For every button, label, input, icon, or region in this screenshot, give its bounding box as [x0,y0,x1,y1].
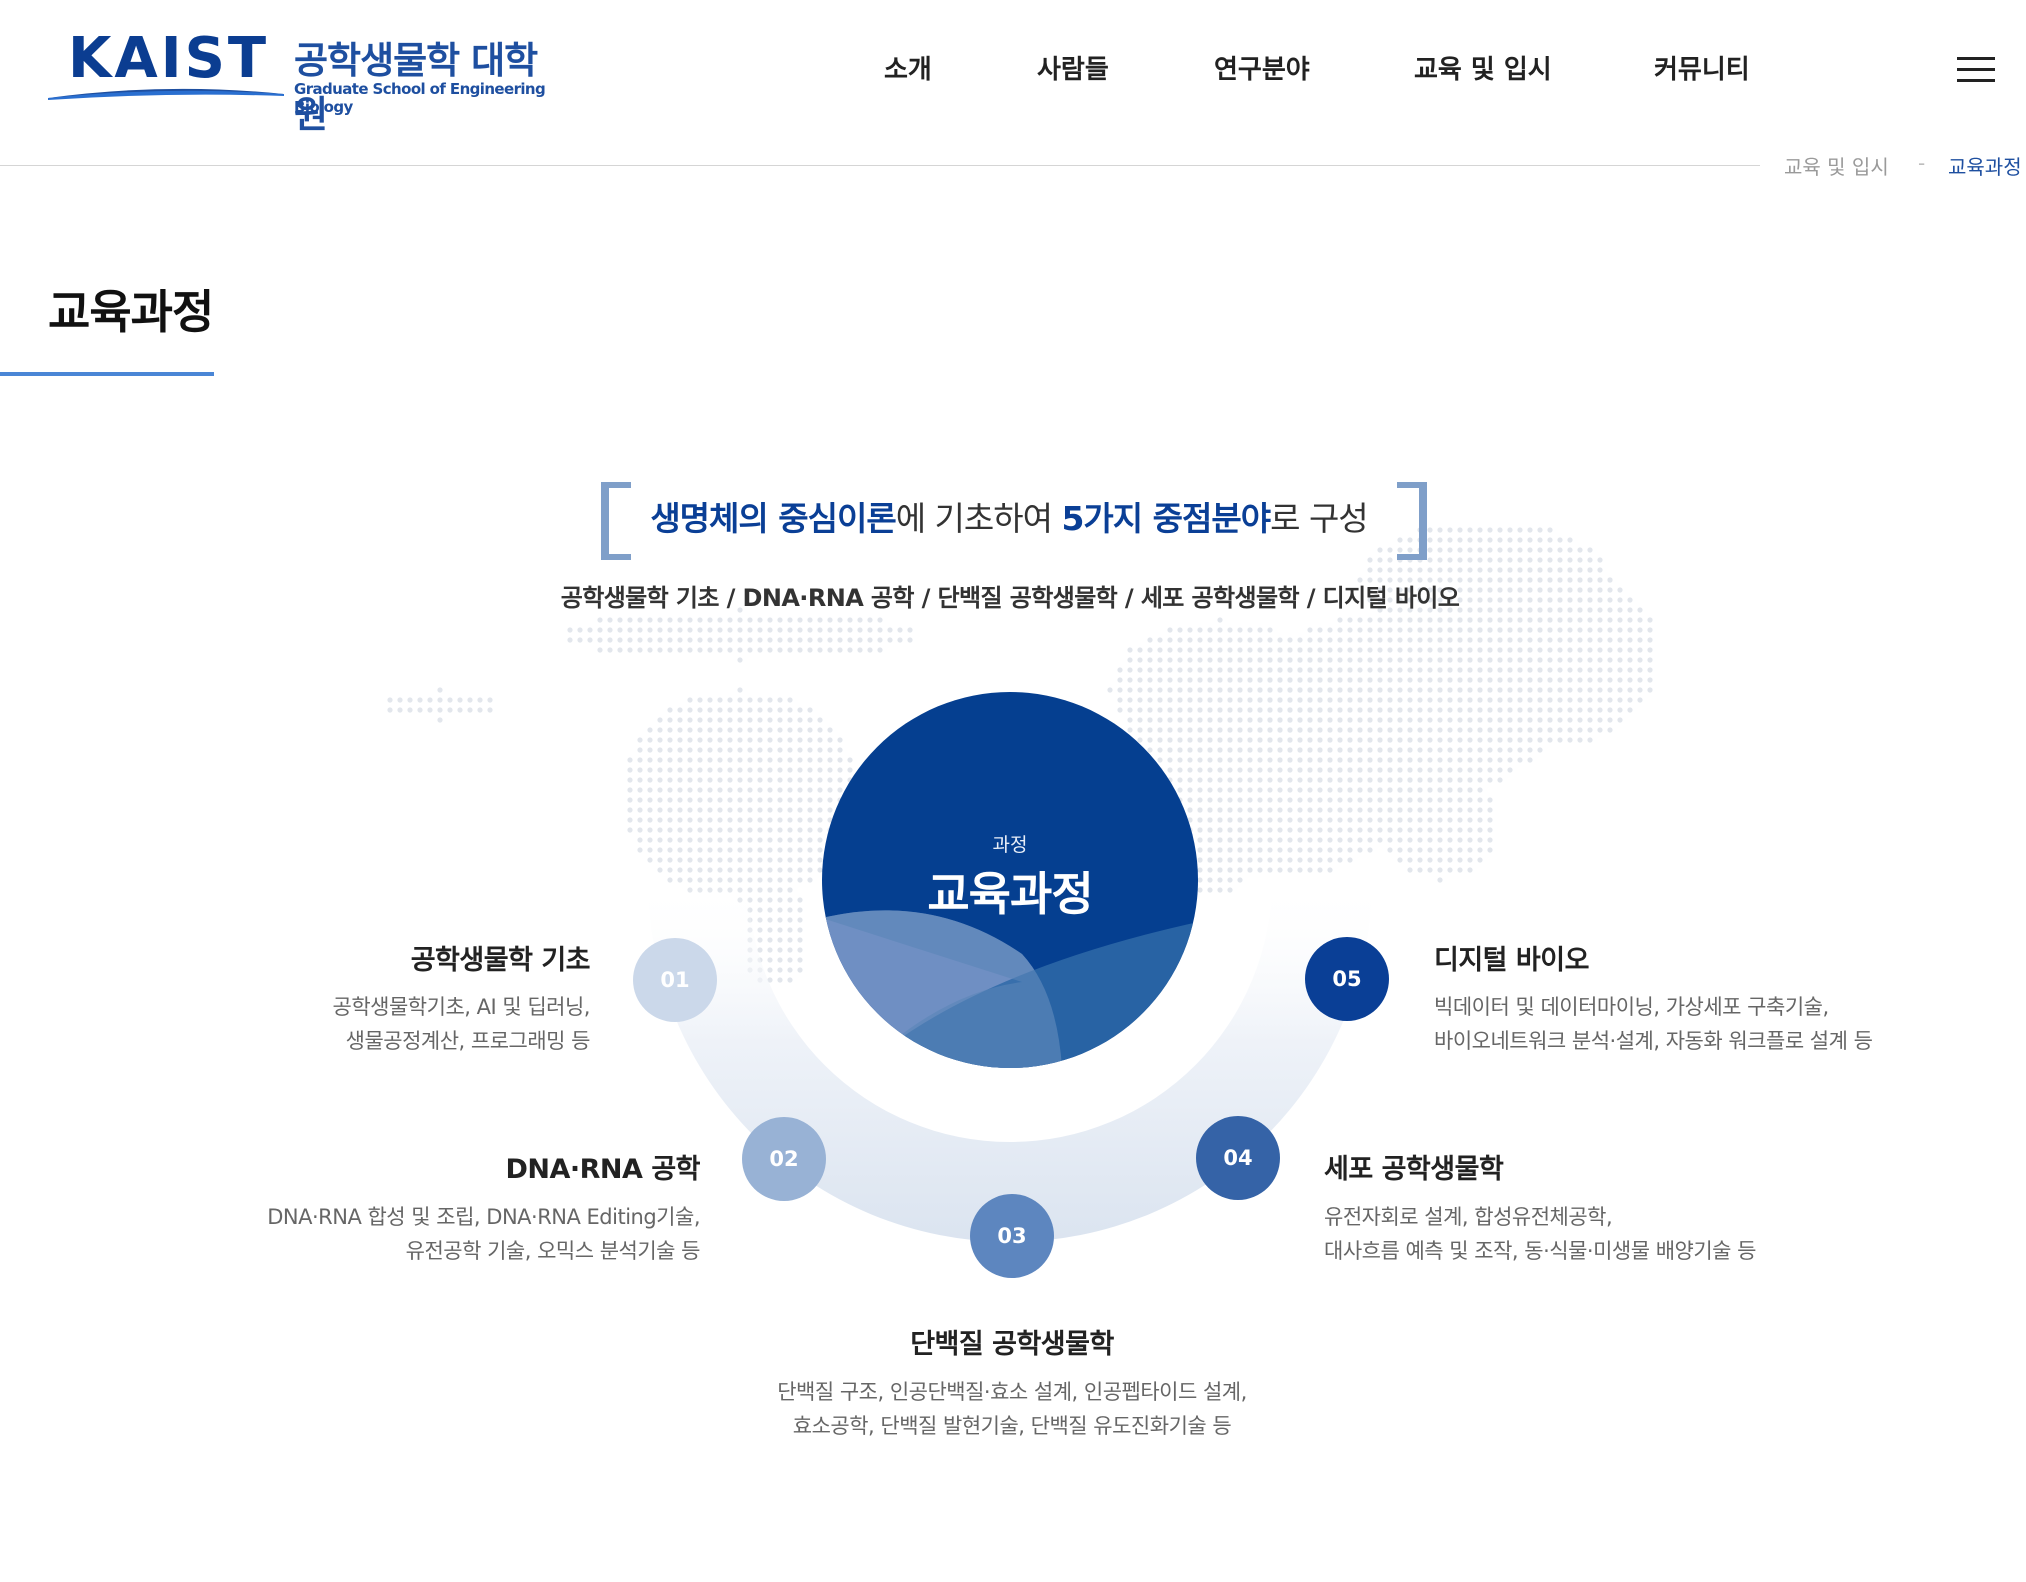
nav-item-people[interactable]: 사람들 [1037,49,1109,86]
logo-swoosh-icon [48,88,284,100]
field-title-02: DNA·RNA 공학 [505,1154,700,1185]
site-header: KAIST 공학생물학 대학원 Graduate School of Engin… [0,0,2026,150]
field-title-01: 공학생물학 기초 [410,945,591,976]
intro-subline: 공학생물학 기초 / DNA·RNA 공학 / 단백질 공학생물학 / 세포 공… [560,584,1460,612]
center-circle: 과정 교육과정 [822,692,1198,1068]
breadcrumb-item-education[interactable]: 교육 및 입시 [1784,151,1889,180]
field-badge-01: 01 [633,938,717,1022]
breadcrumb-separator: - [1918,151,1926,175]
page-title: 교육과정 [48,285,214,339]
field-badge-02: 02 [742,1117,826,1201]
field-desc-01a: 공학생물학기초, AI 및 딥러닝, [332,995,591,1019]
nav-item-community[interactable]: 커뮤니티 [1654,49,1750,86]
nav-item-education[interactable]: 교육 및 입시 [1414,49,1552,86]
field-desc-01b: 생물공정계산, 프로그래밍 등 [345,1029,591,1053]
field-desc-04a: 유전자회로 설계, 합성유전체공학, [1324,1205,1613,1229]
center-label-big: 교육과정 [927,867,1093,921]
field-desc-02a: DNA·RNA 합성 및 조립, DNA·RNA Editing기술, [267,1205,700,1229]
site-logo[interactable]: KAIST 공학생물학 대학원 Graduate School of Engin… [46,26,566,136]
field-desc-04b: 대사흐름 예측 및 조작, 동·식물·미생물 배양기술 등 [1324,1239,1756,1263]
headline-text-2: 로 구성 [1270,499,1369,538]
center-label-small: 과정 [992,834,1028,856]
field-title-04: 세포 공학생물학 [1324,1154,1504,1185]
header-divider [0,165,1760,166]
intro-headline: 생명체의 중심이론에 기초하여 5가지 중점분야로 구성 [620,492,1398,540]
headline-highlight-1: 생명체의 중심이론 [650,499,896,538]
right-bracket [1397,482,1427,560]
headline-text-1: 에 기초하여 [895,499,1062,538]
field-desc-02b: 유전공학 기술, 오믹스 분석기술 등 [405,1239,701,1263]
breadcrumb-item-current: 교육과정 [1948,155,2022,179]
logo-name-en: Graduate School of Engineering Biology [294,80,546,116]
nav-item-about[interactable]: 소개 [884,49,932,86]
field-desc-05a: 빅데이터 및 데이터마이닝, 가상세포 구축기술, [1434,995,1829,1019]
headline-highlight-2: 5가지 중점분야 [1061,499,1271,538]
field-badge-05: 05 [1305,937,1389,1021]
field-title-03: 단백질 공학생물학 [910,1329,1114,1360]
field-title-05: 디지털 바이오 [1434,945,1589,976]
field-badge-03: 03 [970,1194,1054,1278]
field-desc-05b: 바이오네트워크 분석·설계, 자동화 워크플로 설계 등 [1434,1029,1873,1053]
hamburger-icon[interactable] [1957,57,1995,83]
nav-item-research[interactable]: 연구분야 [1214,49,1310,86]
field-desc-03a: 단백질 구조, 인공단백질·효소 설계, 인공펩타이드 설계, [777,1380,1247,1404]
field-desc-03b: 효소공학, 단백질 발현기술, 단백질 유도진화기술 등 [792,1414,1232,1438]
page-title-underline [0,372,214,376]
field-badge-04: 04 [1196,1116,1280,1200]
